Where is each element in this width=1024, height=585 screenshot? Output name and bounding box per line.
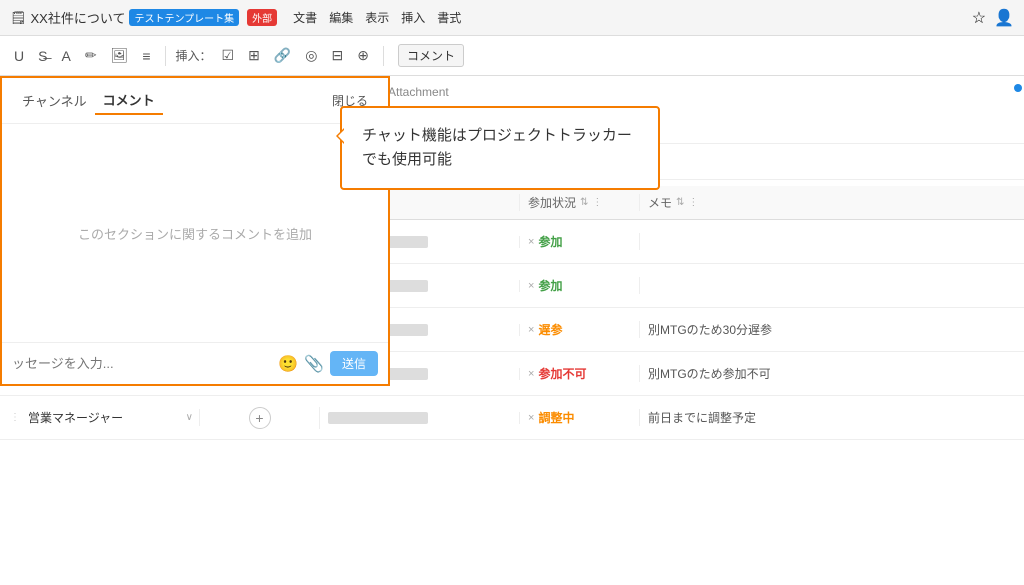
chat-panel: チャンネル コメント 閉じる このセクションに関するコメントを追加 🙂 📎 送信: [0, 76, 390, 386]
x-icon-3: ×: [528, 324, 534, 336]
comment-button[interactable]: コメント: [398, 44, 464, 67]
col-header-memo: メモ ⇅ ⋮: [640, 194, 1024, 211]
window-title: 🗒 XX社件について テストテンプレート集 外部: [10, 8, 277, 27]
chat-tab-channel[interactable]: チャンネル: [14, 87, 95, 114]
attachment-header: Attachment: [380, 76, 1024, 108]
plus-icon[interactable]: ⊕: [353, 45, 373, 66]
cell-owner-5: +: [200, 407, 320, 429]
cell-status-4: × 参加不可: [520, 365, 640, 382]
top-right-icons: ☆ 👤: [972, 8, 1014, 28]
x-icon-2: ×: [528, 280, 534, 292]
table-icon[interactable]: ⊞: [244, 45, 264, 66]
font-color-icon[interactable]: A: [57, 46, 74, 66]
top-bar: 🗒 XX社件について テストテンプレート集 外部 文書 編集 表示 挿入 書式 …: [0, 0, 1024, 36]
divider2: [383, 46, 384, 66]
memo-sort-icon[interactable]: ⇅: [676, 197, 684, 208]
blue-dot: [1014, 84, 1022, 92]
circle-icon[interactable]: ◎: [301, 45, 321, 66]
menu-doc[interactable]: 文書: [293, 9, 317, 26]
insert-label: 挿入：: [176, 47, 212, 64]
underline-icon[interactable]: U: [10, 46, 28, 66]
checkbox-icon[interactable]: ☑: [218, 45, 239, 66]
external-badge: 外部: [247, 9, 277, 26]
main-area: Attachment Choose File... Set Status... …: [0, 76, 1024, 585]
x-icon-1: ×: [528, 236, 534, 248]
chat-body: このセクションに関するコメントを追加: [2, 124, 388, 342]
cell-status-3: × 遅参: [520, 321, 640, 338]
cell-memo-5: 前日までに調整予定: [640, 409, 1024, 426]
template-badge: テストテンプレート集: [129, 9, 239, 26]
image-icon[interactable]: 🖼: [107, 45, 133, 66]
tooltip-bubble: チャット機能はプロジェクトトラッカーでも使用可能: [340, 106, 660, 190]
add-owner-5[interactable]: +: [249, 407, 271, 429]
highlight-icon[interactable]: ✏: [81, 45, 101, 66]
divider1: [165, 46, 166, 66]
x-icon-5: ×: [528, 412, 534, 424]
cell-memo-3: 別MTGのため30分遅参: [640, 321, 1024, 338]
table-row: ⋮ 営業マネージャー ∨ + × 調整中 前日までに調整予定: [0, 396, 1024, 440]
status-label-5: 調整中: [538, 409, 574, 426]
cell-status-2: × 参加: [520, 277, 640, 294]
title-icon: 🗒: [10, 10, 27, 26]
chat-tab-comment[interactable]: コメント: [95, 86, 163, 115]
name-placeholder-5: [328, 412, 428, 424]
role-label-5: 営業マネージャー: [28, 409, 123, 426]
strikethrough-icon[interactable]: S̶: [34, 46, 51, 66]
x-icon-4: ×: [528, 368, 534, 380]
status-sort-icon[interactable]: ⇅: [580, 197, 588, 208]
star-icon[interactable]: ☆: [972, 8, 986, 28]
status-filter-icon[interactable]: ⋮: [592, 197, 602, 208]
memo-filter-icon[interactable]: ⋮: [688, 197, 698, 208]
user-icon[interactable]: 👤: [994, 8, 1014, 28]
status-label-3: 遅参: [538, 321, 562, 338]
cell-status-1: × 参加: [520, 233, 640, 250]
cell-name-5: [320, 412, 520, 424]
link-icon[interactable]: 🔗: [270, 45, 295, 66]
grid-icon[interactable]: ⊟: [327, 45, 347, 66]
cell-memo-4: 別MTGのため参加不可: [640, 365, 1024, 382]
row-handle-5: ⋮: [6, 412, 24, 423]
menu-insert[interactable]: 挿入: [401, 9, 425, 26]
chat-message-input[interactable]: [12, 356, 272, 371]
status-label-2: 参加: [538, 277, 562, 294]
emoji-icon[interactable]: 🙂: [278, 354, 298, 374]
col-header-status: 参加状況 ⇅ ⋮: [520, 194, 640, 211]
chat-footer: 🙂 📎 送信: [2, 342, 388, 384]
menu-bar: 文書 編集 表示 挿入 書式: [293, 9, 461, 26]
status-label-1: 参加: [538, 233, 562, 250]
status-label-4: 参加不可: [538, 365, 586, 382]
attach-icon[interactable]: 📎: [304, 354, 324, 374]
role-dropdown-5[interactable]: ∨: [186, 412, 193, 423]
cell-role-5: ⋮ 営業マネージャー ∨: [0, 409, 200, 426]
menu-edit[interactable]: 編集: [329, 9, 353, 26]
menu-view[interactable]: 表示: [365, 9, 389, 26]
chat-send-button[interactable]: 送信: [330, 351, 378, 376]
align-icon[interactable]: ≡: [138, 46, 154, 66]
toolbar: U S̶ A ✏ 🖼 ≡ 挿入： ☑ ⊞ 🔗 ◎ ⊟ ⊕ コメント: [0, 36, 1024, 76]
attachment-label: Attachment: [388, 85, 449, 99]
chat-header: チャンネル コメント 閉じる: [2, 78, 388, 124]
cell-status-5: × 調整中: [520, 409, 640, 426]
menu-format[interactable]: 書式: [437, 9, 461, 26]
